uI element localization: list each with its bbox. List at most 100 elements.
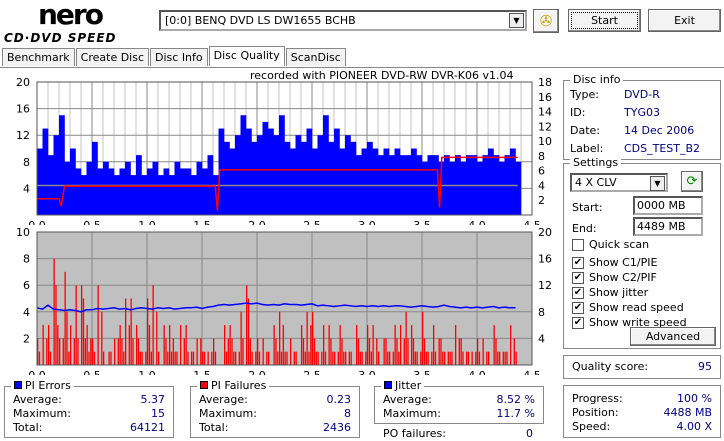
drive-info-icon[interactable]: ✇ [533,9,559,33]
refresh-icon[interactable]: ⟳ [681,171,703,192]
pif-bar [148,325,151,365]
y2-tick-label: 20 [538,226,552,239]
pie-bar [306,128,313,215]
x-tick-label: 2.5 [303,369,321,375]
checkbox-quick-scan[interactable]: Quick scan [572,237,687,252]
pif-total-label: Total: [199,421,229,434]
pif-bar [365,351,367,365]
pif-bar [315,351,317,365]
y2-tick-label: 4 [538,332,545,345]
pie-bar [108,168,115,215]
pie-bar [262,121,269,215]
start-button[interactable]: Start [568,9,641,32]
start-input[interactable] [633,196,703,215]
pif-bar [328,325,330,365]
tab-bar: Benchmark Create Disc Disc Info Disc Qua… [2,46,347,66]
pie-bar [499,161,505,215]
checkbox-box[interactable]: ✔ [572,301,584,314]
checkbox-show-c1-pie[interactable]: ✔ Show C1/PIE [572,255,687,270]
pif-bar [191,351,193,365]
progress-panel: Progress: 100 % Position: 4488 MB Speed: 4.… [563,385,721,438]
pif-bar [110,351,112,365]
checkbox-show-read-speed[interactable]: ✔ Show read speed [572,300,687,315]
pif-bar [119,325,121,365]
pif-bar [411,325,413,365]
pie-bar [53,135,60,215]
tab-disc-quality[interactable]: Disc Quality [208,46,285,66]
pif-bar [478,351,481,365]
chevron-down-icon[interactable]: ▼ [509,13,524,28]
pif-bar [249,338,251,365]
checkbox-box[interactable] [572,238,584,251]
y-tick-label: 8 [23,156,30,169]
pif-bar [81,285,83,365]
pif-bar [224,325,226,365]
speed-select[interactable]: 4 X CLV ▼ [570,173,668,192]
pif-bar [370,351,372,365]
checkbox-show-jitter[interactable]: ✔ Show jitter [572,285,687,300]
pif-bar [49,351,52,365]
exit-button[interactable]: Exit [648,9,721,32]
pif-bar [229,325,231,365]
pie-bar [229,148,236,215]
pif-bar [247,298,250,365]
pif-bar [97,285,99,365]
x-tick-label: 4.0 [468,369,486,375]
tab-disc-info[interactable]: Disc Info [150,48,208,66]
pif-bar [225,351,228,365]
pif-bar [332,351,334,365]
checkbox-box[interactable]: ✔ [572,316,584,329]
pif-bar [312,311,314,365]
y2-tick-label: 12 [538,279,552,292]
pif-bar [323,325,325,365]
disc-info-title: Disc info [570,73,624,86]
pie-bar [323,115,329,215]
y-tick-label: 6 [23,279,30,292]
pif-bar [141,351,143,365]
pie-bar [411,148,417,215]
pif-average-label: Average: [199,393,248,406]
type-value: DVD-R [624,88,660,101]
pif-bar [356,325,358,365]
checkbox-box[interactable]: ✔ [572,286,584,299]
pif-bar [255,351,257,365]
pif-bar [273,325,275,365]
tab-scandisc[interactable]: ScanDisc [285,48,346,66]
progress-label: Progress: [572,392,623,405]
y2-tick-label: 6 [538,165,545,178]
checkbox-show-c2-pif[interactable]: ✔ Show C2/PIF [572,270,687,285]
tab-create-disc[interactable]: Create Disc [75,48,150,66]
pie-bar [290,148,296,215]
pie-bar [92,141,98,215]
pie-bar [75,168,82,215]
pi-failures-legend: PI Failures [197,379,270,392]
pif-bar [70,325,72,365]
pif-bar [434,351,437,365]
po-failures-row: PO failures: 0 [383,426,533,441]
checkbox-box[interactable]: ✔ [572,271,584,284]
end-input[interactable] [633,217,703,236]
drive-select[interactable]: [0:0] BENQ DVD LS DW1655 BCHB ▼ [159,10,527,31]
pif-bar [66,311,68,365]
chevron-down-icon[interactable]: ▼ [650,176,665,191]
pif-bar [163,325,165,365]
pie-bar [97,168,104,215]
checkbox-box[interactable]: ✔ [572,256,584,269]
tab-benchmark[interactable]: Benchmark [2,48,75,66]
pif-bar [403,338,405,365]
pif-bar [75,285,77,365]
pif-bar [383,338,385,365]
start-label: Start: [572,201,603,214]
pif-bar [396,338,398,365]
id-value: TYG03 [624,106,660,119]
x-tick-label: 3.0 [358,369,376,375]
pie-bar [273,135,280,215]
pif-bar [180,325,182,365]
pie-total-label: Total: [13,421,43,434]
pie-bar [246,128,252,215]
y2-tick-label: 4 [538,179,545,192]
pie-bar [295,135,302,215]
pif-bar [361,351,363,365]
advanced-button[interactable]: Advanced [630,327,716,346]
pie-bar [114,175,120,215]
